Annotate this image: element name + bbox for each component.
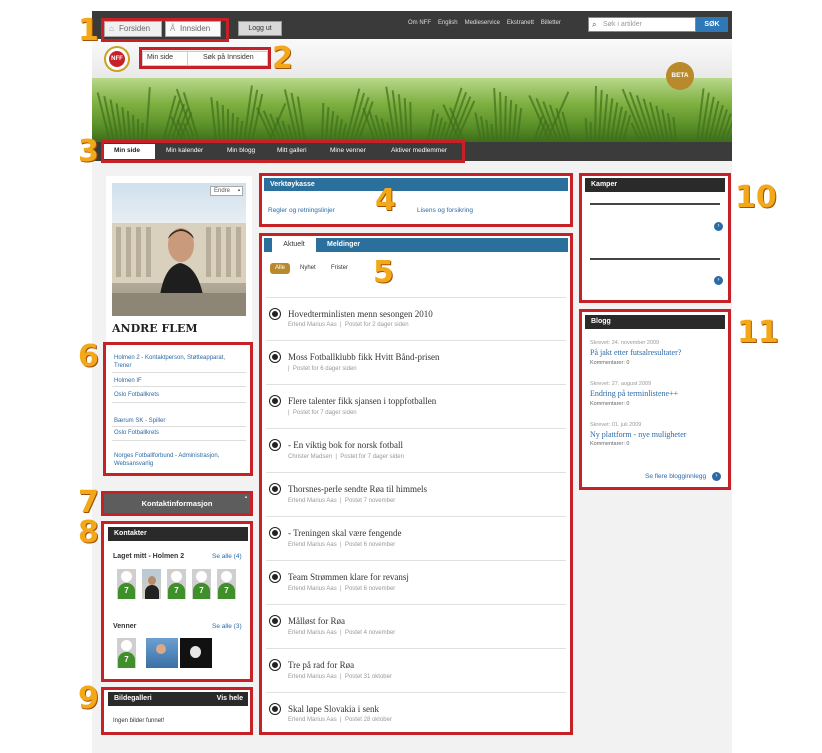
grass-blade bbox=[126, 111, 131, 142]
grass-blade bbox=[227, 109, 229, 142]
grass-blade bbox=[504, 95, 507, 142]
grass-blade bbox=[672, 117, 677, 142]
callout-8: 8 bbox=[78, 515, 99, 550]
nff-logo[interactable]: NFF bbox=[104, 46, 130, 72]
grass-blade bbox=[216, 101, 221, 142]
callout-9: 9 bbox=[78, 681, 99, 716]
callout-1: 1 bbox=[78, 13, 99, 48]
grass-blade bbox=[221, 104, 225, 142]
top-link-om-nff[interactable]: Om NFF bbox=[408, 20, 431, 26]
top-link-ekstranett[interactable]: Ekstranett bbox=[507, 20, 534, 26]
profile-photo bbox=[112, 183, 246, 316]
edit-photo-label: Endre bbox=[214, 188, 231, 194]
grass-blade bbox=[145, 87, 151, 142]
edit-icon: ▪ bbox=[237, 188, 240, 194]
beta-badge: BETA bbox=[666, 62, 694, 90]
profile-name: ANDRE FLEM bbox=[112, 322, 198, 335]
profile-photo-svg bbox=[112, 223, 246, 316]
grass-blade bbox=[235, 116, 239, 142]
nff-logo-inner: NFF bbox=[109, 51, 125, 67]
grass-blade bbox=[493, 88, 498, 142]
search-button[interactable]: SØK bbox=[696, 17, 728, 32]
annotation-box-8 bbox=[101, 521, 253, 682]
annotation-box-5 bbox=[259, 233, 573, 735]
top-link-english[interactable]: English bbox=[438, 20, 458, 26]
annotation-box-1 bbox=[101, 18, 229, 42]
annotation-box-10 bbox=[579, 173, 731, 303]
annotation-box-11 bbox=[579, 309, 731, 490]
search-input[interactable]: ⌕ Søk i artikler bbox=[588, 17, 696, 32]
grass-blade bbox=[231, 112, 235, 142]
annotation-box-6 bbox=[103, 342, 253, 476]
callout-7: 7 bbox=[78, 485, 99, 520]
callout-11: 11 bbox=[737, 315, 779, 350]
grass-blade bbox=[594, 85, 597, 142]
logout-label: Logg ut bbox=[248, 25, 272, 32]
grass-blade bbox=[584, 117, 588, 142]
grass-blade bbox=[499, 91, 502, 142]
callout-10: 10 bbox=[735, 180, 777, 215]
callout-3: 3 bbox=[78, 134, 99, 169]
annotation-box-9 bbox=[101, 687, 253, 735]
top-link-medieservice[interactable]: Medieservice bbox=[465, 20, 500, 26]
grass-blade bbox=[589, 121, 592, 142]
callout-2: 2 bbox=[272, 41, 293, 76]
grass-blade bbox=[485, 120, 490, 142]
grass-blade bbox=[403, 98, 408, 142]
nff-logo-text: NFF bbox=[111, 56, 123, 62]
callout-6: 6 bbox=[78, 339, 99, 374]
beta-label: BETA bbox=[671, 72, 689, 79]
grass-blade bbox=[137, 119, 139, 142]
callout-4: 4 bbox=[375, 183, 396, 218]
grass-blade bbox=[132, 114, 135, 142]
grass-blade bbox=[516, 108, 523, 142]
top-links: Om NFF English Medieservice Ekstranett B… bbox=[408, 19, 566, 26]
annotation-box-4 bbox=[259, 173, 573, 227]
search-icon: ⌕ bbox=[592, 20, 597, 29]
grass-blade bbox=[321, 102, 325, 142]
annotation-box-3 bbox=[101, 140, 465, 163]
annotation-box-2 bbox=[139, 47, 271, 69]
grass-banner bbox=[92, 78, 732, 142]
grass-blade bbox=[409, 101, 412, 142]
callout-5: 5 bbox=[373, 255, 394, 290]
logout-button[interactable]: Logg ut bbox=[238, 21, 282, 36]
top-link-billetter[interactable]: Billetter bbox=[541, 20, 561, 26]
edit-photo-button[interactable]: Endre ▪ bbox=[210, 186, 243, 196]
grass-blade bbox=[490, 123, 494, 142]
annotation-box-7 bbox=[101, 491, 253, 516]
search-placeholder: Søk i artikler bbox=[603, 21, 642, 28]
